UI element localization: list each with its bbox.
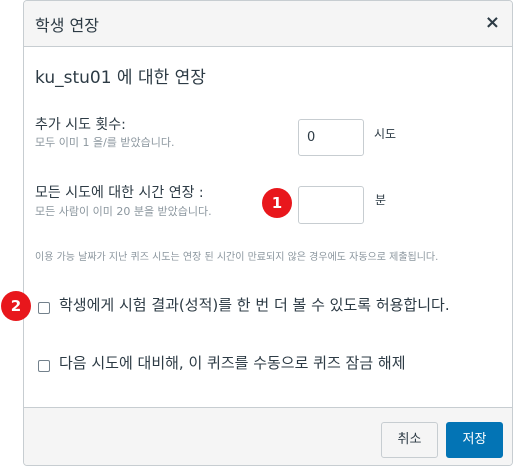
annotation-badge-1: 1 [262, 188, 292, 218]
allow-retake-label: 학생에게 시험 결과(성적)를 한 번 더 볼 수 있도록 허용합니다. [59, 296, 450, 314]
dialog-title: 학생 연장 [35, 16, 99, 35]
time-extension-label: 모든 시도에 대한 시간 연장 : [35, 185, 204, 201]
student-extension-dialog: 학생 연장 × ku_stu01 에 대한 연장 추가 시도 횟수: 모두 이미… [23, 0, 513, 466]
time-extension-hint: 모든 사람이 이미 20 분을 받았습니다. [35, 205, 212, 218]
allow-retake-checkbox[interactable] [38, 302, 50, 314]
time-extension-input[interactable] [298, 186, 364, 224]
extra-attempts-unit: 시도 [374, 127, 397, 141]
save-button[interactable]: 저장 [446, 422, 503, 458]
extra-attempts-hint: 모두 이미 1 을/를 받았습니다. [35, 136, 175, 149]
close-icon[interactable]: × [485, 14, 500, 32]
dialog-footer: 취소 저장 [24, 407, 512, 465]
time-extension-unit: 분 [375, 193, 387, 207]
extension-heading: ku_stu01 에 대한 연장 [35, 68, 206, 88]
annotation-badge-2: 2 [1, 291, 31, 321]
manual-unlock-checkbox[interactable] [38, 360, 50, 372]
auto-submit-note: 이용 가능 날짜가 지난 퀴즈 시도는 연장 된 시간이 만료되지 않은 경우에… [35, 252, 439, 263]
manual-unlock-label: 다음 시도에 대비해, 이 퀴즈를 수동으로 퀴즈 잠금 해제 [59, 354, 406, 372]
extra-attempts-input[interactable]: 0 [298, 119, 364, 156]
dialog-titlebar: 학생 연장 × [24, 1, 512, 47]
cancel-button[interactable]: 취소 [381, 422, 438, 458]
extra-attempts-label: 추가 시도 횟수: [35, 117, 126, 133]
